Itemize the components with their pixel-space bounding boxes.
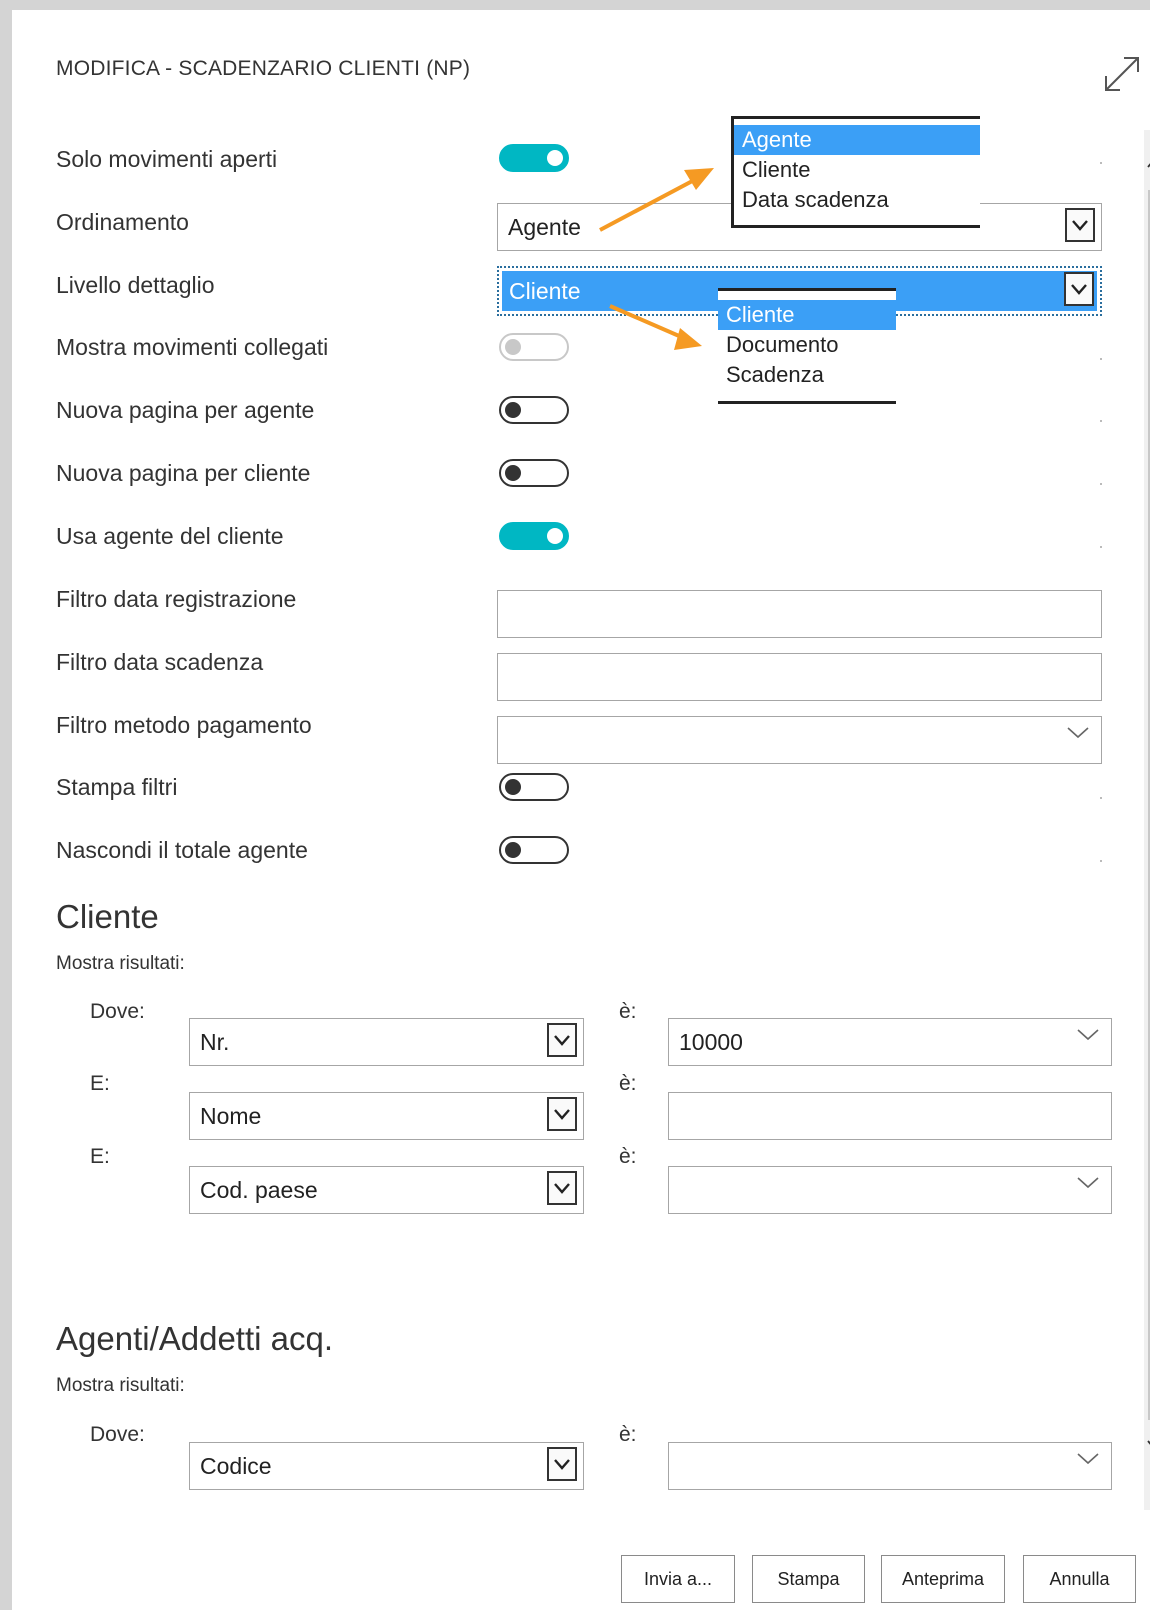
dropdown-option[interactable]: Data scadenza — [734, 185, 980, 215]
cliente-filter-conj: E: — [90, 1072, 110, 1095]
toggle-nascondi-totale-agente[interactable] — [499, 836, 569, 864]
ordinamento-value: Agente — [508, 214, 581, 240]
dropdown-arrow-icon[interactable] — [1065, 208, 1095, 242]
chevron-down-icon[interactable] — [1077, 1453, 1099, 1465]
dropdown-option[interactable]: Documento — [718, 330, 896, 360]
section-heading-agenti: Agenti/Addetti acq. — [56, 1320, 334, 1357]
label-livello-dettaglio: Livello dettaglio — [56, 272, 215, 298]
chevron-down-icon[interactable] — [1067, 727, 1089, 739]
toggle-usa-agente-del-cliente[interactable] — [499, 522, 569, 550]
cliente-filter-conj: Dove: — [90, 1000, 145, 1023]
dialog-title: MODIFICA - SCADENZARIO CLIENTI (NP) — [56, 57, 471, 80]
cliente-filter-value-input[interactable] — [668, 1092, 1112, 1140]
agenti-filter-value-input[interactable] — [668, 1442, 1112, 1490]
cliente-show-results: Mostra risultati: — [56, 953, 185, 974]
agenti-filter-conj: Dove: — [90, 1423, 145, 1446]
dropdown-option[interactable]: Cliente — [718, 300, 896, 330]
dropdown-option[interactable]: Scadenza — [718, 360, 896, 390]
chevron-down-icon[interactable] — [1077, 1177, 1099, 1189]
livello-dettaglio-dropdown-list[interactable]: Cliente Documento Scadenza — [718, 288, 896, 404]
dropdown-option[interactable]: Agente — [734, 125, 980, 155]
filtro-data-scadenza-input[interactable] — [497, 653, 1102, 701]
send-to-button[interactable]: Invia a... — [621, 1555, 735, 1603]
cliente-filter-value-input[interactable] — [668, 1166, 1112, 1214]
ordinamento-dropdown-list[interactable]: Agente Cliente Data scadenza — [731, 116, 980, 228]
toggle-nuova-pagina-per-agente[interactable] — [499, 396, 569, 424]
livello-dettaglio-value: Cliente — [509, 278, 581, 304]
label-nascondi-totale-agente: Nascondi il totale agente — [56, 837, 308, 863]
cliente-filter-is: è: — [619, 1072, 637, 1095]
section-heading-cliente: Cliente — [56, 898, 159, 935]
cliente-filter-field: Nr. — [200, 1029, 230, 1055]
cliente-filter-value: 10000 — [679, 1029, 743, 1055]
dropdown-option[interactable]: Cliente — [734, 155, 980, 185]
dropdown-arrow-icon[interactable] — [547, 1097, 577, 1131]
toggle-stampa-filtri[interactable] — [499, 773, 569, 801]
cliente-filter-field-select[interactable]: Nome — [189, 1092, 584, 1140]
label-filtro-data-scadenza: Filtro data scadenza — [56, 649, 264, 675]
cliente-filter-is: è: — [619, 1145, 637, 1168]
label-usa-agente-del-cliente: Usa agente del cliente — [56, 523, 284, 549]
label-solo-movimenti-aperti: Solo movimenti aperti — [56, 146, 278, 172]
scrollbar[interactable] — [1144, 130, 1150, 1510]
cliente-filter-value-input[interactable]: 10000 — [668, 1018, 1112, 1066]
filtro-data-registrazione-input[interactable] — [497, 590, 1102, 638]
toggle-nuova-pagina-per-cliente[interactable] — [499, 459, 569, 487]
label-ordinamento: Ordinamento — [56, 209, 189, 235]
agenti-filter-field-select[interactable]: Codice — [189, 1442, 584, 1490]
label-nuova-pagina-per-cliente: Nuova pagina per cliente — [56, 460, 311, 486]
label-filtro-data-registrazione: Filtro data registrazione — [56, 586, 297, 612]
cliente-filter-field-select[interactable]: Cod. paese — [189, 1166, 584, 1214]
label-stampa-filtri: Stampa filtri — [56, 774, 178, 800]
chevron-down-icon[interactable] — [1077, 1029, 1099, 1041]
label-nuova-pagina-per-agente: Nuova pagina per agente — [56, 397, 315, 423]
dropdown-arrow-icon[interactable] — [547, 1447, 577, 1481]
dropdown-arrow-icon[interactable] — [547, 1023, 577, 1057]
print-button[interactable]: Stampa — [752, 1555, 865, 1603]
preview-button[interactable]: Anteprima — [881, 1555, 1005, 1603]
cliente-filter-is: è: — [619, 1000, 637, 1023]
label-mostra-movimenti-collegati: Mostra movimenti collegati — [56, 334, 329, 360]
agenti-filter-is: è: — [619, 1423, 637, 1446]
dialog: MODIFICA - SCADENZARIO CLIENTI (NP) Solo… — [0, 0, 1150, 1610]
dropdown-arrow-icon[interactable] — [547, 1171, 577, 1205]
cliente-filter-field-select[interactable]: Nr. — [189, 1018, 584, 1066]
agenti-show-results: Mostra risultati: — [56, 1375, 185, 1396]
toggle-solo-movimenti-aperti[interactable] — [499, 144, 569, 172]
label-filtro-metodo-pagamento: Filtro metodo pagamento — [56, 712, 312, 738]
toggle-mostra-movimenti-collegati — [499, 333, 569, 361]
dropdown-arrow-icon[interactable] — [1064, 272, 1094, 306]
cliente-filter-field: Cod. paese — [200, 1177, 318, 1203]
cliente-filter-conj: E: — [90, 1145, 110, 1168]
cancel-button[interactable]: Annulla — [1023, 1555, 1136, 1603]
expand-icon[interactable] — [1102, 54, 1142, 94]
cliente-filter-field: Nome — [200, 1103, 262, 1129]
filtro-metodo-pagamento-select[interactable] — [497, 716, 1102, 764]
agenti-filter-field: Codice — [200, 1453, 272, 1479]
